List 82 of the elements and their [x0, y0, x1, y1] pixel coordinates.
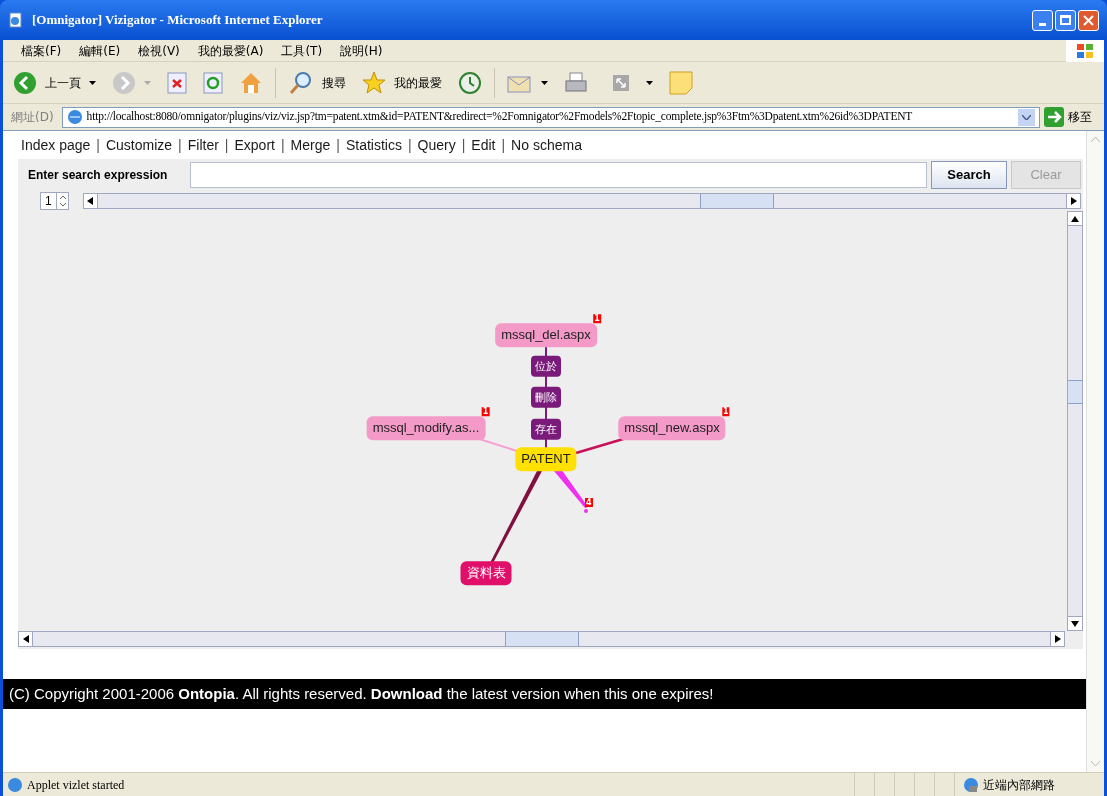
go-arrow-icon[interactable] — [1044, 107, 1064, 127]
favorites-button[interactable]: 我的最愛 — [394, 73, 442, 92]
count-badge: 1 — [481, 407, 490, 417]
scroll-thumb[interactable] — [505, 632, 579, 646]
graph-node[interactable]: 存在 — [531, 418, 561, 440]
star-icon[interactable] — [362, 70, 386, 95]
search-icon[interactable] — [288, 70, 314, 95]
nav-link[interactable]: Filter — [187, 134, 219, 156]
nav-link[interactable]: Statistics — [345, 134, 402, 156]
separator: | — [280, 135, 285, 155]
graph-node[interactable]: mssql_modify.as... — [366, 416, 486, 440]
locality-spinner[interactable]: 1 — [40, 192, 69, 210]
windows-logo-icon — [1066, 39, 1104, 62]
edge-line — [554, 469, 588, 508]
menu-item[interactable]: 編輯(E) — [79, 41, 121, 60]
separator: | — [407, 135, 412, 155]
nav-link[interactable]: Customize — [105, 134, 173, 156]
graph-node[interactable]: 刪除 — [531, 386, 561, 408]
horizontal-scrollbar[interactable] — [82, 193, 1081, 209]
caret-icon[interactable] — [1022, 114, 1031, 120]
nav-link[interactable]: Query — [417, 134, 456, 156]
stop-icon[interactable] — [167, 71, 187, 94]
graph-node[interactable]: PATENT — [515, 447, 577, 471]
dropdown-caret-icon[interactable] — [541, 80, 548, 85]
fullscreen-icon[interactable] — [612, 73, 630, 92]
graph-node[interactable] — [584, 509, 588, 513]
graph-node[interactable]: mssql_del.aspx — [495, 323, 597, 347]
dropdown-caret-icon[interactable] — [89, 80, 96, 85]
separator: | — [336, 135, 340, 155]
minimize-button[interactable] — [1032, 9, 1053, 31]
zone-text: 近端內部網路 — [983, 776, 1055, 794]
url-text: http://localhost:8080/omnigator/plugins/viz/viz.jsp?tm=patent.xtm&id=PATENT&redirect=%2Fomnigator%2Fmodels%2Ftopic_complete.jsp%3Ftm%3Dpatent.xtm%26id%3DPATENT — [86, 109, 913, 125]
status-text: Applet vizlet started — [27, 776, 125, 794]
separator: | — [461, 135, 466, 155]
graph-node[interactable]: mssql_new.aspx — [618, 416, 726, 440]
menu-item[interactable]: 檢視(V) — [138, 41, 180, 60]
menu-item[interactable]: 檔案(F) — [21, 41, 62, 60]
separator: | — [96, 135, 100, 155]
go-button[interactable]: 移至 — [1068, 108, 1100, 126]
count-badge: 1 — [722, 407, 730, 417]
close-button[interactable] — [1078, 9, 1099, 31]
home-icon[interactable] — [239, 70, 263, 95]
printer-icon[interactable] — [564, 70, 588, 95]
maximize-button[interactable] — [1055, 9, 1076, 31]
count-badge: 4 — [585, 498, 593, 507]
separator: | — [178, 135, 182, 155]
menu-item[interactable]: 說明(H) — [340, 41, 383, 60]
search-field[interactable] — [190, 162, 927, 188]
count-badge: 1 — [593, 314, 601, 324]
close-icon[interactable] — [1083, 14, 1094, 26]
search-button[interactable]: 搜尋 — [322, 73, 346, 92]
separator: | — [501, 135, 506, 155]
horizontal-scrollbar[interactable] — [18, 631, 1065, 647]
address-field[interactable]: http://localhost:8080/omnigator/plugins/viz/viz.jsp?tm=patent.xtm&id=PATENT&redirect=%2Fomnigator%2Fmodels%2Ftopic_complete.jsp%3Ftm%3Dpatent.xtm%26id%3DPATENT — [61, 106, 1040, 128]
address-label: 網址(D) — [10, 109, 55, 126]
page-icon — [66, 109, 83, 125]
nav-link[interactable]: Export — [234, 134, 275, 156]
nav-link[interactable]: No schema — [511, 134, 582, 156]
page-icon — [8, 12, 24, 28]
dropdown-button[interactable] — [1018, 108, 1035, 126]
graph-node[interactable]: 資料表 — [460, 561, 512, 585]
dropdown-caret-icon[interactable] — [646, 80, 653, 85]
scroll-thumb[interactable] — [699, 194, 774, 208]
refresh-icon[interactable] — [203, 71, 223, 94]
vertical-scrollbar[interactable] — [1067, 211, 1083, 631]
menu-item[interactable]: 工具(T) — [281, 41, 323, 60]
separator: | — [224, 135, 229, 155]
page-icon — [7, 776, 23, 793]
menu-item[interactable]: 我的最愛(A) — [197, 41, 264, 60]
scroll-thumb[interactable] — [1068, 380, 1082, 404]
graph-node[interactable]: 位於 — [531, 355, 561, 377]
copyright-text: (C) Copyright 2001-2006 Ontopia. All rights reserved. Download the latest version when this one expires! — [9, 683, 714, 704]
search-button[interactable]: Search — [931, 161, 1007, 189]
history-icon[interactable] — [458, 70, 482, 95]
nav-link[interactable]: Index page — [21, 134, 91, 156]
search-label: Enter search expression — [28, 167, 169, 184]
nav-link[interactable]: Merge — [290, 134, 331, 156]
nav-link[interactable]: Edit — [471, 134, 496, 156]
clear-button: Clear — [1011, 161, 1081, 189]
network-globe-icon — [963, 776, 979, 793]
back-button[interactable]: 上一頁 — [45, 73, 81, 92]
window-title: [Omnigator] Vizigator - Microsoft Internet Explorer — [32, 11, 323, 30]
